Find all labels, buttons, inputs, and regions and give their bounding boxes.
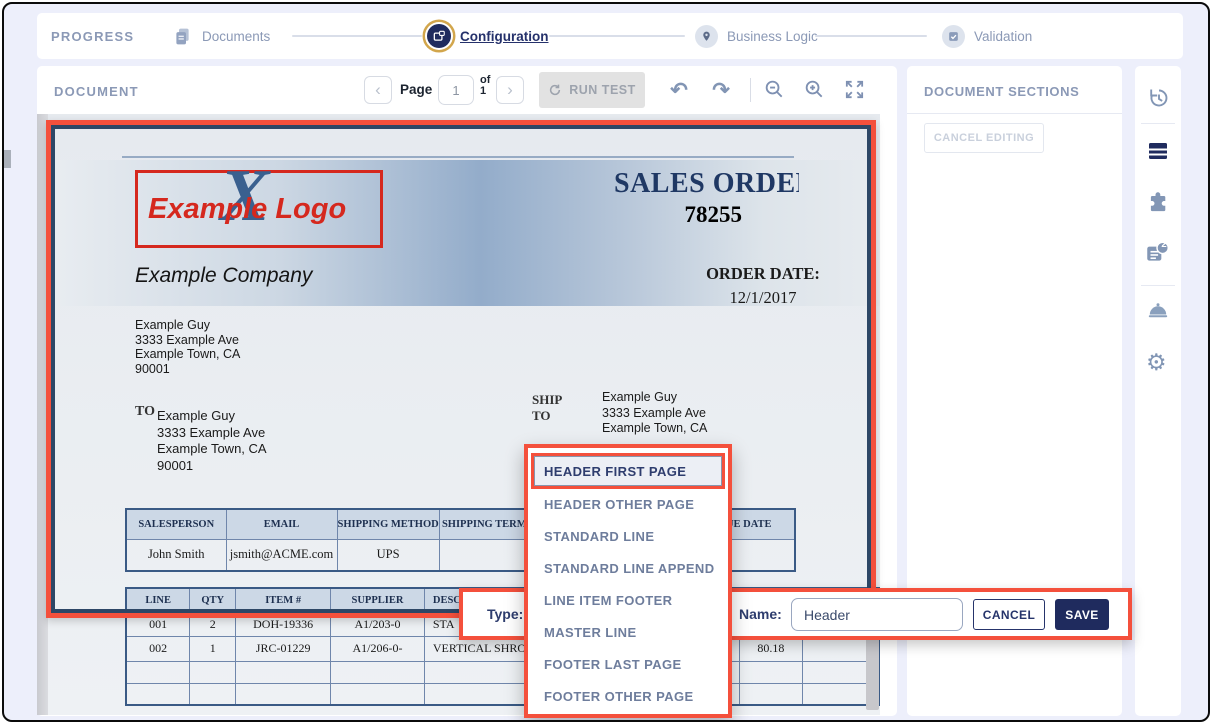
progress-step-documents[interactable]: Documents: [172, 13, 270, 59]
page-total: of1: [480, 75, 490, 97]
line-cell: 002: [126, 636, 190, 661]
progress-step-business-logic[interactable]: Business Logic: [695, 13, 818, 59]
line-cell: [739, 661, 802, 683]
line-cell: [126, 661, 190, 683]
selected-menu-item-label: HEADER FIRST PAGE: [544, 464, 686, 479]
menu-item-footer-last-page[interactable]: FOOTER LAST PAGE: [544, 657, 682, 673]
notes-badge: 2: [1158, 239, 1170, 250]
run-test-button[interactable]: RUN TEST: [539, 72, 645, 108]
line-cell: [236, 683, 331, 705]
sections-panel-title: DOCUMENT SECTIONS: [924, 84, 1079, 99]
toolbar-divider: [750, 78, 751, 102]
progress-step-configuration[interactable]: Configuration: [427, 13, 548, 59]
step-label: Configuration: [460, 29, 548, 44]
progress-bar: PROGRESS Documents Configuration Busines…: [37, 13, 1183, 59]
line-cell: JRC-01229: [236, 636, 331, 661]
menu-item-header-other-page[interactable]: HEADER OTHER PAGE: [544, 497, 694, 513]
line-cell: [126, 683, 190, 705]
page-prev-button[interactable]: ‹: [364, 76, 392, 104]
document-panel-title: DOCUMENT: [54, 84, 139, 99]
plugin-icon[interactable]: [1146, 190, 1170, 214]
rail-divider: [1141, 285, 1175, 286]
menu-item-master-line[interactable]: MASTER LINE: [544, 625, 637, 641]
section-name-input[interactable]: [791, 598, 963, 631]
menu-item-line-item-footer[interactable]: LINE ITEM FOOTER: [544, 593, 672, 609]
progress-connector: [292, 35, 422, 37]
refresh-icon: [548, 83, 562, 97]
progress-connector: [815, 35, 927, 37]
line-cell: [739, 683, 802, 705]
type-label: Type:: [487, 606, 523, 622]
progress-label: PROGRESS: [51, 29, 134, 44]
validation-icon: [942, 25, 965, 48]
section-type-dropdown: HEADER FIRST PAGE HEADER OTHER PAGE STAN…: [524, 444, 732, 718]
page-label: Page: [400, 82, 432, 97]
menu-item-footer-other-page[interactable]: FOOTER OTHER PAGE: [544, 689, 694, 705]
progress-step-validation[interactable]: Validation: [942, 13, 1032, 59]
vertical-scrollbar-thumb[interactable]: [866, 634, 879, 710]
undo-icon[interactable]: ↶: [667, 78, 691, 102]
app-window: PROGRESS Documents Configuration Busines…: [2, 2, 1210, 722]
name-label: Name:: [739, 606, 782, 622]
line-cell: A1/206-0-: [331, 636, 425, 661]
rail-divider: [1141, 123, 1175, 124]
zoom-out-icon[interactable]: [763, 78, 786, 101]
fullscreen-icon[interactable]: [843, 78, 866, 101]
page-next-button[interactable]: ›: [496, 76, 524, 104]
notes-icon[interactable]: 2: [1144, 239, 1170, 265]
dome-icon[interactable]: [1146, 298, 1170, 322]
section-selection-border: [51, 125, 871, 613]
menu-item-header-first-page[interactable]: HEADER FIRST PAGE: [534, 456, 722, 486]
step-label: Business Logic: [727, 29, 818, 44]
configuration-icon: [427, 24, 451, 48]
history-icon[interactable]: [1146, 86, 1170, 110]
zoom-in-icon[interactable]: [803, 78, 826, 101]
selected-item-annotation: HEADER FIRST PAGE: [531, 453, 725, 489]
drawer-handle[interactable]: [4, 150, 11, 168]
line-cell: [190, 661, 236, 683]
redo-icon[interactable]: ↷: [709, 78, 733, 102]
cancel-button[interactable]: CANCEL: [973, 599, 1045, 630]
sections-icon[interactable]: [1146, 139, 1170, 163]
line-cell: [331, 683, 425, 705]
line-cell: [190, 683, 236, 705]
save-button[interactable]: SAVE: [1055, 599, 1109, 630]
cancel-editing-button[interactable]: CANCEL EDITING: [924, 123, 1044, 153]
progress-connector: [549, 35, 685, 37]
line-cell: 1: [190, 636, 236, 661]
gear-icon[interactable]: ⚙: [1146, 350, 1167, 374]
step-label: Documents: [202, 29, 270, 44]
line-cell: [331, 661, 425, 683]
right-icon-rail: 2 ⚙: [1135, 66, 1181, 716]
documents-icon: [172, 26, 193, 47]
header-section-annotation: [46, 120, 876, 618]
step-label: Validation: [974, 29, 1032, 44]
menu-item-standard-line[interactable]: STANDARD LINE: [544, 529, 654, 545]
line-cell: [236, 661, 331, 683]
panel-divider: [907, 113, 1122, 114]
business-logic-icon: [695, 25, 718, 48]
menu-item-standard-line-append[interactable]: STANDARD LINE APPEND: [544, 561, 715, 577]
page-number-input[interactable]: [438, 75, 474, 105]
